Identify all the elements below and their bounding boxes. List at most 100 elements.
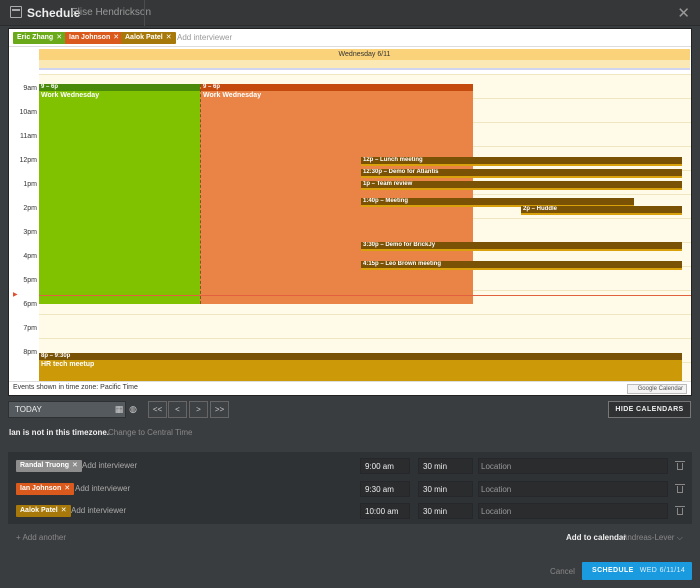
duration-field[interactable]: 30 min <box>418 458 473 474</box>
hour-label: 7pm <box>23 325 37 332</box>
event-title: Work Wednesday <box>203 92 262 99</box>
event-time: 9 – 6p <box>201 84 473 91</box>
event-demo-atlantis[interactable]: 12:30p – Demo for Atlantis <box>361 169 682 178</box>
next-day-button[interactable]: > <box>189 401 208 418</box>
event-label: 3:30p – Demo for BrickJy <box>363 242 436 248</box>
chip-label: Eric Zhang <box>17 34 54 41</box>
event-label: 4:15p – Leo Brown meeting <box>363 261 442 267</box>
row-chip[interactable]: Randal Truong ✕ <box>16 460 82 472</box>
interviewer-row: Ian Johnson ✕ Add interviewer 9:30 am 30 … <box>8 477 692 499</box>
time-field[interactable]: 9:00 am <box>360 458 410 474</box>
add-another-button[interactable]: + Add another <box>16 533 66 542</box>
event-team-review[interactable]: 1p – Team review <box>361 181 682 190</box>
event-title: HR tech meetup <box>41 361 95 368</box>
chevron-down-icon: ⌵ <box>676 533 683 542</box>
time-field[interactable]: 9:30 am <box>360 481 410 497</box>
event-eric-work[interactable]: 9 – 6p Work Wednesday <box>39 84 200 304</box>
event-huddle[interactable]: 2p – Huddle <box>521 206 682 215</box>
chip-label: Randal Truong <box>20 462 69 469</box>
trash-icon[interactable] <box>675 460 685 471</box>
candidate-name: Elise Hendrickson <box>71 7 152 18</box>
globe-icon[interactable]: ◍ <box>127 403 139 415</box>
time-field[interactable]: 10:00 am <box>360 503 410 519</box>
add-to-calendar-label: Add to calendar <box>566 533 627 542</box>
close-icon[interactable]: ✕ <box>677 4 690 22</box>
duration-field[interactable]: 30 min <box>418 481 473 497</box>
modal-header: Schedule Elise Hendrickson ✕ <box>0 0 700 26</box>
interviewer-chips: Eric Zhang ✕ Ian Johnson ✕ Aalok Patel ✕ Ad… <box>9 29 691 47</box>
cancel-button[interactable]: Cancel <box>550 567 575 576</box>
header-divider <box>144 0 145 26</box>
google-calendar-button[interactable]: Google Calendar <box>627 384 687 394</box>
remove-icon[interactable]: ✕ <box>56 34 62 41</box>
current-time-line <box>39 295 691 296</box>
time-gutter <box>9 74 39 381</box>
chip-aalok-patel[interactable]: Aalok Patel ✕ <box>121 32 176 44</box>
all-day-row[interactable] <box>39 60 690 70</box>
hour-label: 4pm <box>23 253 37 260</box>
hour-label: 9am <box>23 85 37 92</box>
hour-label: 2pm <box>23 205 37 212</box>
remove-icon[interactable]: ✕ <box>64 485 70 492</box>
add-interviewer-input[interactable]: Add interviewer <box>71 506 126 515</box>
hour-label: 8pm <box>23 349 37 356</box>
event-hr-meetup[interactable]: 8p – 9:30p HR tech meetup <box>39 353 682 381</box>
timezone-note: Events shown in time zone: Pacific Time <box>13 384 138 391</box>
hour-label: 12pm <box>19 157 37 164</box>
event-lunch[interactable]: 12p – Lunch meeting <box>361 157 682 166</box>
chip-eric-zhang[interactable]: Eric Zhang ✕ <box>13 32 67 44</box>
remove-icon[interactable]: ✕ <box>61 507 67 514</box>
event-label: 1p – Team review <box>363 181 413 187</box>
timezone-warning: Ian is not in this timezone. <box>9 428 110 437</box>
prev-day-button[interactable]: < <box>168 401 187 418</box>
hour-label: 3pm <box>23 229 37 236</box>
hour-label: 11am <box>20 133 37 140</box>
hour-label: 5pm <box>23 277 37 284</box>
row-chip[interactable]: Ian Johnson ✕ <box>16 483 75 495</box>
remove-icon[interactable]: ✕ <box>166 34 172 41</box>
hour-label: 1pm <box>23 181 37 188</box>
interviewer-row: Aalok Patel ✕ Add interviewer 10:00 am 30… <box>8 499 692 521</box>
calendar-select-value: Andreas-Lever <box>622 533 675 542</box>
prev-week-button[interactable]: << <box>148 401 167 418</box>
chip-label: Ian Johnson <box>69 34 111 41</box>
chip-ian-johnson[interactable]: Ian Johnson ✕ <box>65 32 124 44</box>
schedule-label: SCHEDULE <box>592 567 634 574</box>
interviewer-rows: Randal Truong ✕ Add interviewer 9:00 am 3… <box>8 452 692 524</box>
calendar-footer: Events shown in time zone: Pacific Time … <box>9 381 691 395</box>
interviewer-row: Randal Truong ✕ Add interviewer 9:00 am 3… <box>8 454 692 476</box>
calendar-picker-icon[interactable]: ▦ <box>113 403 125 415</box>
add-interviewer-input[interactable]: Add interviewer <box>177 33 232 42</box>
hide-calendars-button[interactable]: HIDE CALENDARS <box>608 401 691 418</box>
chip-label: Aalok Patel <box>125 34 163 41</box>
event-demo-brickjy[interactable]: 3:30p – Demo for BrickJy <box>361 242 682 251</box>
calendar-select[interactable]: Andreas-Lever ⌵ <box>622 533 683 543</box>
date-field[interactable]: TODAY <box>8 401 126 418</box>
location-field[interactable]: Location <box>478 458 668 474</box>
remove-icon[interactable]: ✕ <box>113 34 119 41</box>
calendar-icon <box>10 6 22 18</box>
change-timezone-link[interactable]: Change to Central Time <box>108 428 193 437</box>
duration-field[interactable]: 30 min <box>418 503 473 519</box>
location-field[interactable]: Location <box>478 503 668 519</box>
trash-icon[interactable] <box>675 483 685 494</box>
trash-icon[interactable] <box>675 505 685 516</box>
event-leo-brown[interactable]: 4:15p – Leo Brown meeting <box>361 261 682 270</box>
event-label: 12:30p – Demo for Atlantis <box>363 169 439 175</box>
event-ian-work[interactable]: 9 – 6p Work Wednesday <box>200 84 473 304</box>
schedule-button[interactable]: SCHEDULE WED 6/11/14 <box>582 562 692 580</box>
add-interviewer-input[interactable]: Add interviewer <box>82 461 137 470</box>
location-field[interactable]: Location <box>478 481 668 497</box>
day-header: Wednesday 6/11 <box>39 49 690 60</box>
remove-icon[interactable]: ✕ <box>72 462 78 469</box>
row-chip[interactable]: Aalok Patel ✕ <box>16 505 71 517</box>
calendar-grid[interactable]: 9am 10am 11am 12pm 1pm 2pm 3pm 4pm 5pm 6… <box>9 74 691 381</box>
schedule-date: WED 6/11/14 <box>639 567 686 574</box>
event-title: Work Wednesday <box>41 92 100 99</box>
calendar-panel: Eric Zhang ✕ Ian Johnson ✕ Aalok Patel ✕ Ad… <box>8 28 692 396</box>
hour-line <box>39 74 691 75</box>
hour-label: 6pm <box>23 301 37 308</box>
next-week-button[interactable]: >> <box>210 401 229 418</box>
event-label: 1:40p – Meeting <box>363 198 409 204</box>
add-interviewer-input[interactable]: Add interviewer <box>75 484 130 493</box>
